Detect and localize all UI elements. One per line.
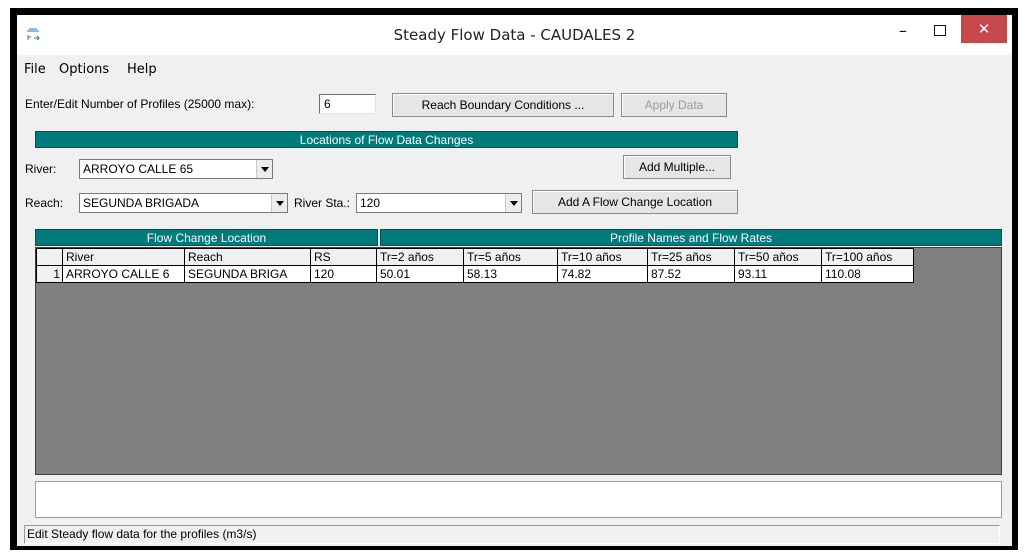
- table-row: 1 ARROYO CALLE 6 SEGUNDA BRIGA 120 50.01…: [36, 265, 914, 283]
- river-sta-label: River Sta.:: [294, 196, 351, 210]
- column-header[interactable]: Reach: [184, 248, 311, 266]
- river-select-value: ARROYO CALLE 65: [83, 162, 194, 176]
- window-title: Steady Flow Data - CAUDALES 2: [393, 26, 636, 44]
- add-multiple-button[interactable]: Add Multiple...: [623, 155, 731, 179]
- table-cell[interactable]: ARROYO CALLE 6: [62, 265, 185, 283]
- menu-bar: File Options Help: [17, 59, 1012, 79]
- flow-data-grid[interactable]: River Reach RS Tr=2 años Tr=5 años Tr=10…: [35, 247, 1002, 475]
- minimize-button[interactable]: –: [880, 15, 926, 45]
- river-sta-select-value: 120: [360, 196, 381, 210]
- profiles-input[interactable]: 6: [319, 94, 376, 114]
- table-header-row: River Reach RS Tr=2 años Tr=5 años Tr=10…: [36, 248, 914, 266]
- steady-flow-window: Steady Flow Data - CAUDALES 2 – ✕ File O…: [17, 15, 1012, 546]
- column-header[interactable]: Tr=100 años: [821, 248, 914, 266]
- flow-change-location-header: Flow Change Location: [35, 229, 378, 246]
- close-icon: ✕: [977, 20, 991, 38]
- row-number: 1: [36, 265, 63, 283]
- profile-names-header: Profile Names and Flow Rates: [380, 229, 1002, 246]
- column-header[interactable]: Tr=2 años: [376, 248, 464, 266]
- river-select[interactable]: ARROYO CALLE 65: [79, 159, 273, 179]
- table-cell[interactable]: 93.11: [734, 265, 822, 283]
- maximize-button[interactable]: [925, 15, 955, 45]
- minimize-icon: –: [899, 20, 907, 40]
- maximize-icon: [934, 24, 946, 36]
- status-bar: Edit Steady flow data for the profiles (…: [24, 525, 1000, 544]
- row-header-corner: [36, 248, 63, 266]
- table-cell[interactable]: 50.01: [376, 265, 464, 283]
- column-header[interactable]: RS: [310, 248, 377, 266]
- menu-file[interactable]: File: [24, 62, 46, 77]
- profiles-label: Enter/Edit Number of Profiles (25000 max…: [25, 97, 255, 111]
- reach-boundary-conditions-button[interactable]: Reach Boundary Conditions ...: [392, 93, 614, 117]
- add-flow-change-location-button[interactable]: Add A Flow Change Location: [532, 190, 738, 214]
- table-cell[interactable]: 120: [310, 265, 377, 283]
- reach-select-value: SEGUNDA BRIGADA: [83, 196, 200, 210]
- table-cell[interactable]: 87.52: [647, 265, 735, 283]
- title-bar[interactable]: Steady Flow Data - CAUDALES 2 – ✕: [17, 15, 1012, 55]
- locations-header: Locations of Flow Data Changes: [35, 131, 738, 148]
- apply-data-button[interactable]: Apply Data: [621, 93, 727, 117]
- column-header[interactable]: Tr=25 años: [647, 248, 735, 266]
- chevron-down-icon[interactable]: [505, 194, 521, 212]
- menu-options[interactable]: Options: [59, 62, 109, 77]
- chevron-down-icon[interactable]: [271, 194, 287, 212]
- river-label: River:: [25, 162, 57, 176]
- table-cell[interactable]: 74.82: [557, 265, 648, 283]
- column-header[interactable]: Tr=50 años: [734, 248, 822, 266]
- menu-help[interactable]: Help: [127, 62, 157, 77]
- reach-select[interactable]: SEGUNDA BRIGADA: [79, 193, 288, 213]
- table-cell[interactable]: 58.13: [463, 265, 558, 283]
- river-sta-select[interactable]: 120: [356, 193, 522, 213]
- column-header[interactable]: Tr=10 años: [557, 248, 648, 266]
- description-box[interactable]: [35, 481, 1002, 518]
- flow-data-table: River Reach RS Tr=2 años Tr=5 años Tr=10…: [36, 248, 914, 283]
- column-header[interactable]: Tr=5 años: [463, 248, 558, 266]
- reach-label: Reach:: [25, 196, 64, 210]
- table-cell[interactable]: SEGUNDA BRIGA: [184, 265, 311, 283]
- table-cell[interactable]: 110.08: [821, 265, 914, 283]
- chevron-down-icon[interactable]: [256, 160, 272, 178]
- close-button[interactable]: ✕: [961, 15, 1007, 43]
- column-header[interactable]: River: [62, 248, 185, 266]
